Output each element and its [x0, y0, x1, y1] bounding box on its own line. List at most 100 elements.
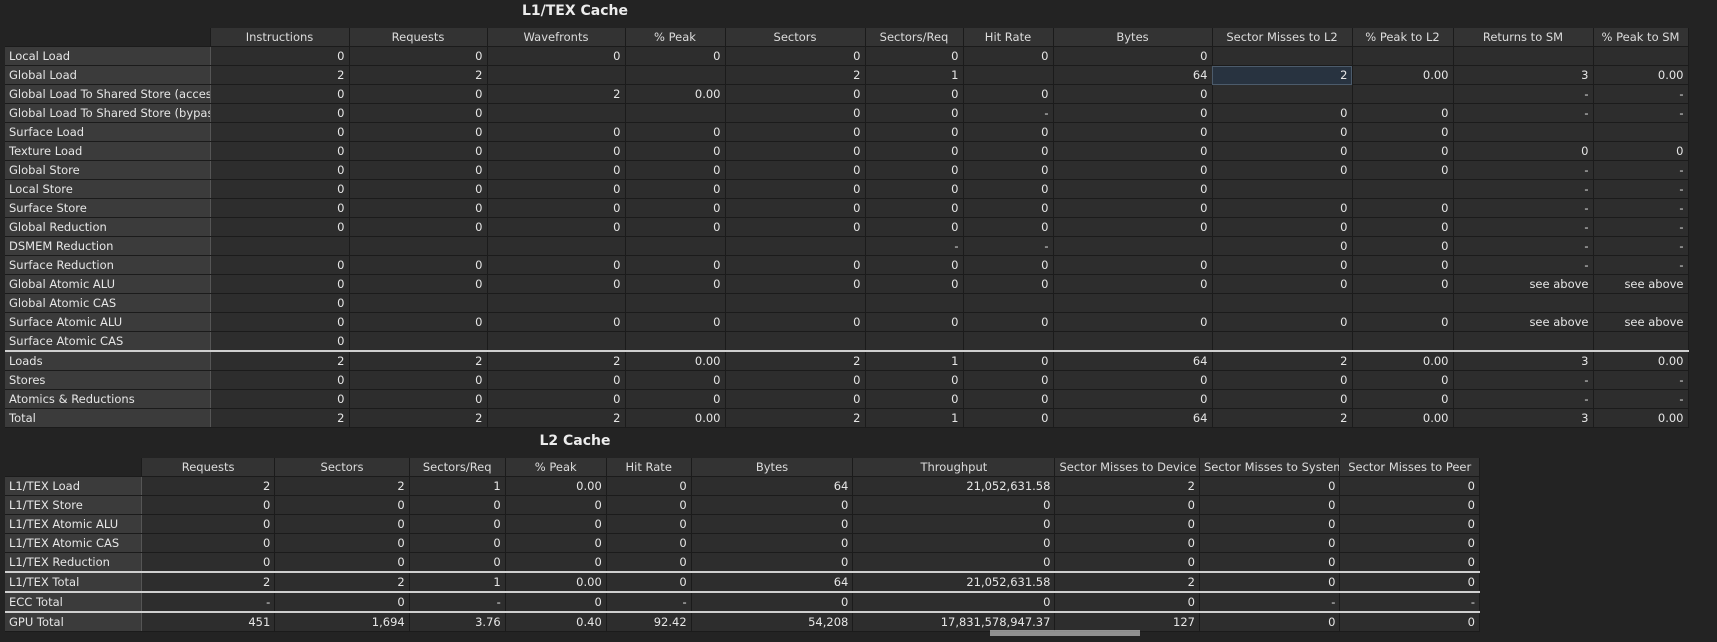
- l1-table-cell[interactable]: 0: [625, 274, 726, 294]
- l1-table-cell[interactable]: [1053, 293, 1213, 313]
- l1-table-cell[interactable]: [1593, 122, 1689, 142]
- l1-table-cell[interactable]: 3: [1453, 350, 1594, 371]
- l2-table-cell[interactable]: -: [606, 591, 692, 613]
- l2-table-cell[interactable]: 0.00: [505, 476, 607, 496]
- l2-table-cell[interactable]: 1,694: [274, 611, 410, 632]
- l1-table-cell[interactable]: -: [1593, 389, 1689, 409]
- l1-table-cell[interactable]: 0.00: [1352, 350, 1454, 371]
- l1-table-cell[interactable]: 0: [1212, 198, 1353, 218]
- l1-table-cell[interactable]: 0: [725, 160, 866, 180]
- l1-table-cell[interactable]: 0: [349, 312, 488, 332]
- l2-table-row[interactable]: L1/TEX Store 0 0 0 0 0 0 0 0 0 0: [5, 495, 1480, 515]
- l1-table-cell[interactable]: -: [1593, 370, 1689, 390]
- l2-table-cell[interactable]: 2: [141, 476, 276, 496]
- l1-table-cell[interactable]: 2: [487, 84, 626, 104]
- l2-table-cell[interactable]: 0: [1199, 514, 1341, 534]
- l1-table-cell[interactable]: -: [1453, 103, 1594, 123]
- l1-table-cell[interactable]: 0: [963, 370, 1054, 390]
- l1-table-cell[interactable]: [625, 293, 726, 313]
- l1-table-row[interactable]: Global Atomic ALU 0 0 0 0 0 0 0 0 0 0 see above see …: [5, 274, 1689, 294]
- l1-table-cell[interactable]: 0: [1352, 198, 1454, 218]
- l1-table-cell[interactable]: 2: [349, 65, 488, 85]
- l1-table-cell[interactable]: [865, 293, 964, 313]
- l1-col-hit-rate[interactable]: Hit Rate: [963, 28, 1054, 47]
- l2-table-cell[interactable]: 0: [505, 495, 607, 515]
- l1-table-cell[interactable]: 1: [865, 65, 964, 85]
- l1-table-cell[interactable]: 0: [625, 312, 726, 332]
- l1-table-cell[interactable]: 0: [487, 255, 626, 275]
- l1-table-cell[interactable]: 0: [210, 84, 350, 104]
- l1-table-cell[interactable]: 0: [1053, 198, 1213, 218]
- l1-table-cell[interactable]: -: [1453, 198, 1594, 218]
- l1-table-cell[interactable]: 2: [487, 350, 626, 371]
- l1-table-cell[interactable]: 0: [487, 198, 626, 218]
- l1-table-cell[interactable]: 0: [725, 179, 866, 199]
- l1-table-cell[interactable]: 0: [1053, 179, 1213, 199]
- l1-table-cell[interactable]: 3: [1453, 65, 1594, 85]
- l1-table-cell[interactable]: 0: [210, 312, 350, 332]
- l1-table-cell[interactable]: 0: [725, 198, 866, 218]
- l1-table-cell[interactable]: 2: [725, 408, 866, 428]
- l1-table-cell[interactable]: -: [1593, 160, 1689, 180]
- l2-table-cell[interactable]: 0: [691, 533, 854, 553]
- l2-table-cell[interactable]: -: [1199, 591, 1341, 613]
- l2-col-sector-misses-to-device[interactable]: Sector Misses to Device: [1054, 458, 1200, 477]
- l2-table-cell[interactable]: 92.42: [606, 611, 692, 632]
- l2-table-cell[interactable]: 0: [606, 476, 692, 496]
- l2-table-cell[interactable]: 0: [691, 495, 854, 515]
- l2-table-cell[interactable]: -: [1339, 591, 1480, 613]
- l2-table-cell[interactable]: 0: [852, 552, 1056, 573]
- l1-table-cell[interactable]: 0: [1352, 389, 1454, 409]
- l1-table-cell[interactable]: 0: [1352, 160, 1454, 180]
- l1-table-cell[interactable]: 0: [1352, 255, 1454, 275]
- l1-table-cell[interactable]: 0: [1053, 84, 1213, 104]
- l1-table-cell[interactable]: 0: [963, 198, 1054, 218]
- l2-table-cell[interactable]: 0: [274, 533, 410, 553]
- l1-table-cell[interactable]: [349, 293, 488, 313]
- l1-table-cell[interactable]: 0: [349, 103, 488, 123]
- l1-table-cell[interactable]: [963, 293, 1054, 313]
- l1-table-cell[interactable]: 0: [865, 160, 964, 180]
- l1-table-cell[interactable]: 64: [1053, 408, 1213, 428]
- l1-table-cell[interactable]: 0: [625, 179, 726, 199]
- l2-table-cell[interactable]: 0: [505, 591, 607, 613]
- l1-table-cell[interactable]: 0: [210, 46, 350, 66]
- l1-table-cell[interactable]: 0: [865, 122, 964, 142]
- l2-table-cell[interactable]: 2: [1054, 476, 1200, 496]
- l1-table-cell[interactable]: 0: [963, 46, 1054, 66]
- l1-table-cell[interactable]: -: [1453, 217, 1594, 237]
- l1-table-cell[interactable]: 0: [1053, 389, 1213, 409]
- l1-table-cell[interactable]: [625, 331, 726, 352]
- l2-table-cell[interactable]: 0: [141, 514, 276, 534]
- l1-table-cell[interactable]: 2: [487, 408, 626, 428]
- l1-table-cell[interactable]: 0: [210, 217, 350, 237]
- l2-table-cell[interactable]: 2: [1054, 571, 1200, 593]
- l1-table-cell[interactable]: [625, 236, 726, 256]
- l2-table-cell[interactable]: 0: [141, 533, 276, 553]
- l1-table-cell[interactable]: 0: [625, 198, 726, 218]
- l1-table-cell[interactable]: 0: [1053, 217, 1213, 237]
- l1-table-cell[interactable]: 0: [1053, 46, 1213, 66]
- l1-table-cell[interactable]: 2: [1212, 65, 1353, 85]
- l2-table-cell[interactable]: 0.40: [505, 611, 607, 632]
- l2-table-cell[interactable]: 0: [1339, 571, 1480, 593]
- l1-table-cell[interactable]: -: [1453, 236, 1594, 256]
- l1-table-cell[interactable]: 0: [210, 141, 350, 161]
- l2-table-row[interactable]: L1/TEX Atomic ALU 0 0 0 0 0 0 0 0 0 0: [5, 514, 1480, 534]
- l1-table-cell[interactable]: -: [1453, 389, 1594, 409]
- l1-table-cell[interactable]: 0: [210, 255, 350, 275]
- l1-table-cell[interactable]: -: [1593, 198, 1689, 218]
- l1-table-cell[interactable]: 0: [865, 198, 964, 218]
- l1-col-returns-to-sm[interactable]: Returns to SM: [1453, 28, 1594, 47]
- l1-table-cell[interactable]: 0: [1352, 122, 1454, 142]
- l1-table-cell[interactable]: 0: [349, 84, 488, 104]
- l1-table-cell[interactable]: 0: [1352, 141, 1454, 161]
- l2-table-cell[interactable]: 0: [1199, 533, 1341, 553]
- l1-table-cell[interactable]: 2: [349, 350, 488, 371]
- l1-table-cell[interactable]: -: [1453, 370, 1594, 390]
- l1-table-row[interactable]: Texture Load 0 0 0 0 0 0 0 0 0 0 0 0: [5, 141, 1689, 161]
- l2-table-cell[interactable]: 0: [409, 533, 506, 553]
- l1-table-cell[interactable]: [725, 293, 866, 313]
- l1-table-cell[interactable]: 0: [725, 217, 866, 237]
- l2-col-sector-misses-to-system[interactable]: Sector Misses to System: [1199, 458, 1341, 477]
